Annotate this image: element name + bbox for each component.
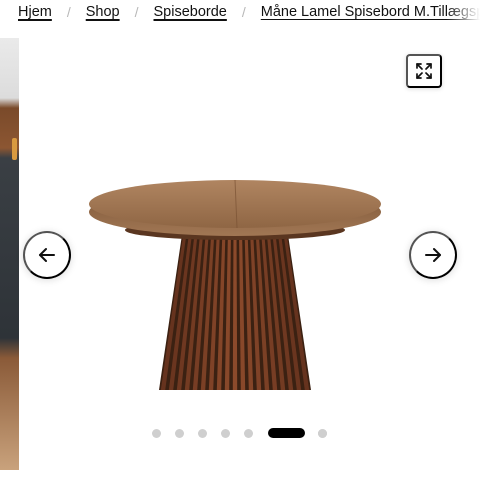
chair-leg-detail — [12, 138, 17, 160]
breadcrumb: Hjem / Shop / Spiseborde / Måne Lamel Sp… — [0, 0, 480, 24]
product-image-gallery — [0, 38, 480, 480]
table-base-slat — [232, 228, 238, 390]
slide-indicator[interactable] — [318, 429, 327, 438]
slide-indicator[interactable] — [198, 429, 207, 438]
slide-indicator[interactable] — [244, 429, 253, 438]
breadcrumb-dining-tables-link[interactable]: Spiseborde — [154, 4, 227, 20]
slide-indicators — [0, 428, 480, 440]
previous-slide-peek[interactable] — [0, 38, 19, 470]
slide-indicator[interactable] — [152, 429, 161, 438]
arrow-right-icon — [425, 248, 441, 262]
next-image-button[interactable] — [409, 231, 457, 279]
breadcrumb-separator: / — [134, 4, 139, 20]
breadcrumb-separator: / — [66, 4, 71, 20]
previous-image-button[interactable] — [23, 231, 71, 279]
breadcrumb-home-link[interactable]: Hjem — [18, 4, 52, 20]
breadcrumb-shop-link[interactable]: Shop — [86, 4, 120, 20]
breadcrumb-fade — [446, 0, 480, 24]
slide-indicator[interactable] — [175, 429, 184, 438]
expand-button[interactable] — [406, 54, 442, 88]
slide-indicator[interactable] — [221, 429, 230, 438]
table-base-slats — [159, 228, 311, 390]
breadcrumb-separator: / — [241, 4, 246, 20]
expand-icon — [416, 63, 432, 79]
arrow-left-icon — [39, 248, 55, 262]
slide-indicator-active[interactable] — [268, 428, 305, 438]
